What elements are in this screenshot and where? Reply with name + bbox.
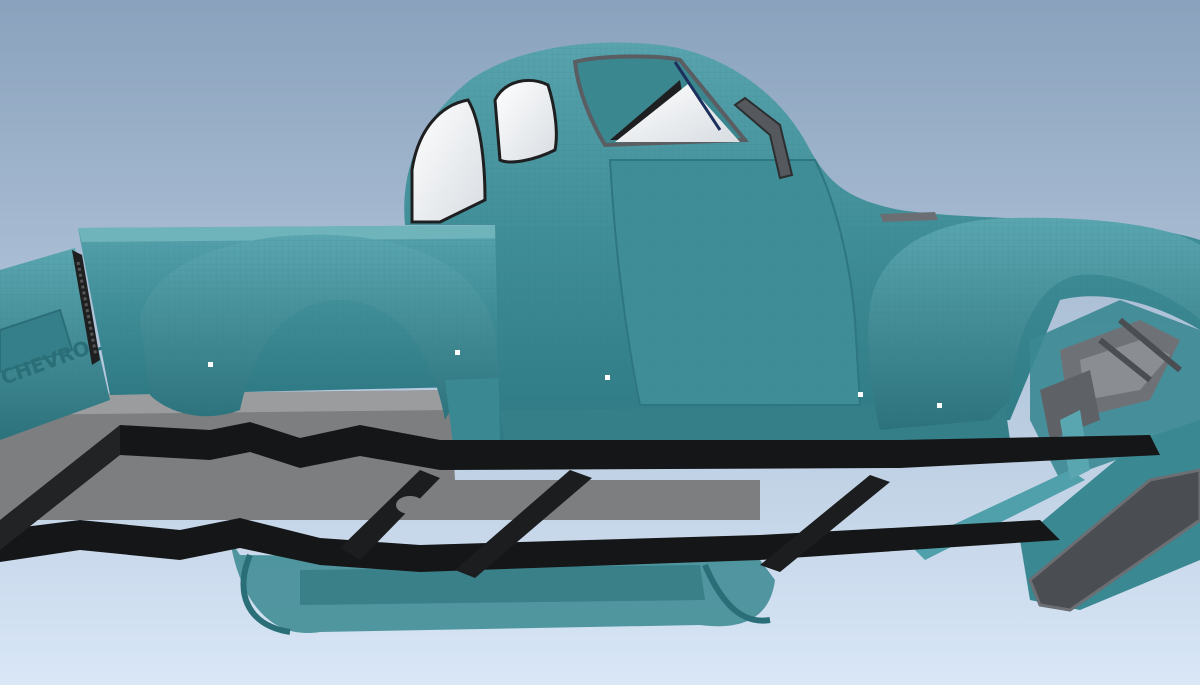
- cad-3d-viewport[interactable]: CHEVROLET: [0, 0, 1200, 685]
- rear-side-window: [493, 78, 558, 164]
- model-canvas[interactable]: CHEVROLET: [0, 0, 1200, 685]
